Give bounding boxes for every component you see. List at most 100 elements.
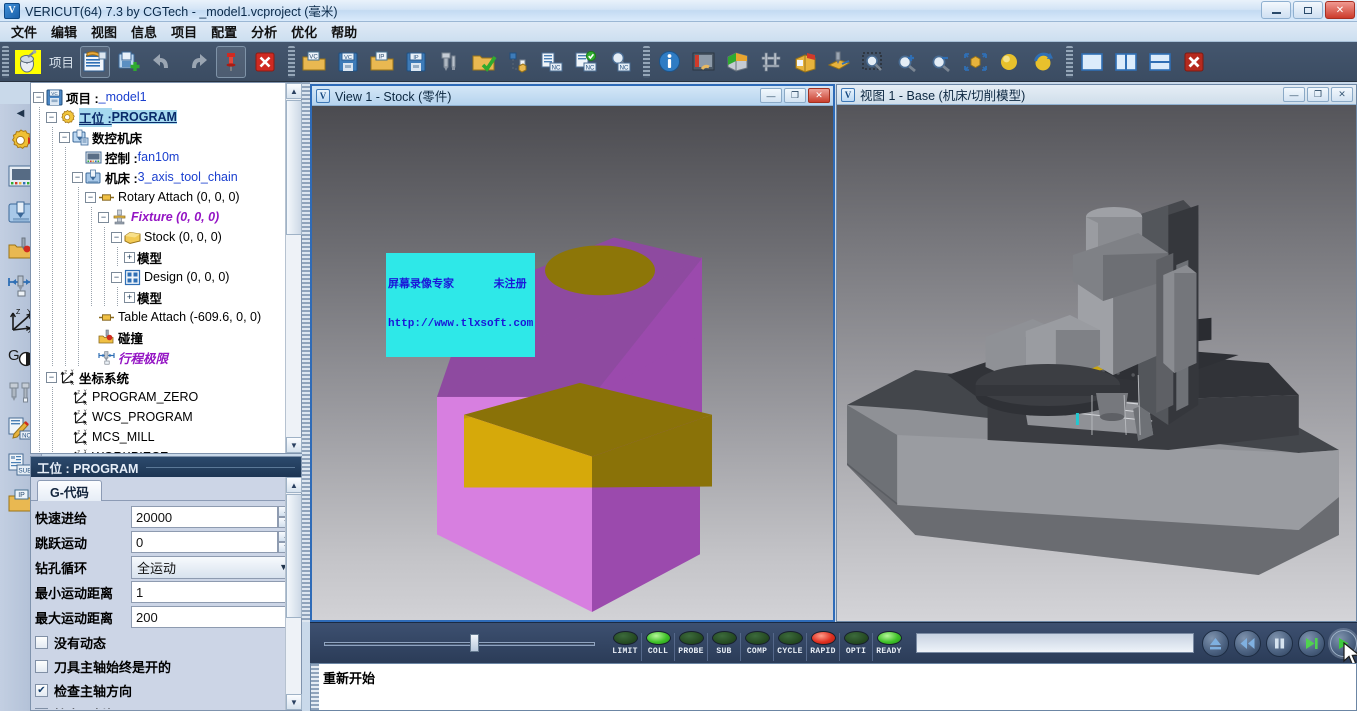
tree-node[interactable]: − Design (0, 0, 0) bbox=[33, 267, 283, 287]
tree-node[interactable]: − Stock (0, 0, 0) bbox=[33, 227, 283, 247]
toolbar-grip-4[interactable] bbox=[1066, 45, 1074, 78]
checkbox-row[interactable]: 没有动态 bbox=[35, 630, 295, 654]
check-spindle-dir-checkbox[interactable]: ✔ bbox=[35, 683, 48, 697]
tree-node[interactable]: 行程极限 bbox=[33, 347, 283, 367]
view-stock-minimize-button[interactable]: — bbox=[760, 88, 782, 103]
checkbox-row[interactable]: ✔ 检查主轴方向 bbox=[35, 678, 295, 702]
open-project-button[interactable] bbox=[80, 45, 111, 78]
toolbar-grip[interactable] bbox=[2, 45, 9, 78]
undo-button[interactable] bbox=[148, 46, 178, 78]
nc-program-button[interactable]: NC bbox=[537, 46, 567, 78]
speed-slider-knob[interactable] bbox=[469, 634, 479, 652]
properties-vertical-scrollbar[interactable]: ▲ ▼ bbox=[285, 477, 302, 710]
pause-button[interactable] bbox=[1266, 629, 1293, 657]
tree-scroll-down-button[interactable]: ▼ bbox=[286, 437, 302, 453]
tree-node[interactable]: Table Attach (-609.6, 0, 0) bbox=[33, 307, 283, 327]
reset-button[interactable] bbox=[1202, 629, 1229, 657]
menu-item-1[interactable]: 文件 bbox=[4, 20, 44, 43]
measure-button[interactable] bbox=[756, 46, 786, 78]
tree-scroll-up-button[interactable]: ▲ bbox=[286, 83, 302, 99]
drill-cycle-select[interactable]: 全运动 ▼ bbox=[131, 555, 295, 579]
tree-collapse-toggle[interactable]: − bbox=[46, 111, 57, 123]
cut-stock-button[interactable] bbox=[824, 46, 854, 78]
tree-node[interactable]: ZYXWORKPIECE bbox=[33, 447, 283, 453]
menu-item-9[interactable]: 帮助 bbox=[324, 20, 364, 43]
rapid-feed-input[interactable]: 20000 bbox=[131, 506, 278, 528]
tree-collapse-toggle[interactable]: − bbox=[98, 211, 109, 223]
max-move-dist-input[interactable]: 200 bbox=[131, 606, 295, 628]
log-panel-grip[interactable] bbox=[311, 664, 319, 710]
step-button[interactable] bbox=[1298, 629, 1325, 657]
tree-vertical-scrollbar[interactable]: ▲ ▼ bbox=[285, 83, 302, 453]
tree-expand-toggle[interactable]: + bbox=[124, 251, 135, 263]
no-dynamics-checkbox[interactable] bbox=[35, 635, 48, 649]
properties-scroll-up-button[interactable]: ▲ bbox=[286, 477, 302, 493]
window-minimize-button[interactable] bbox=[1261, 1, 1291, 19]
toolbar-grip-2[interactable] bbox=[288, 45, 296, 78]
screen-capture-button[interactable] bbox=[688, 46, 718, 78]
tree-node[interactable]: Z Y X PROGRAM_ZERO bbox=[33, 387, 283, 407]
checkbox-row[interactable]: 刀具主轴始终是开的 bbox=[35, 654, 295, 678]
view-base-minimize-button[interactable]: — bbox=[1283, 87, 1305, 102]
tree-node[interactable]: Z Y X WCS_PROGRAM bbox=[33, 407, 283, 427]
menu-item-3[interactable]: 视图 bbox=[84, 20, 124, 43]
view-stock-close-button[interactable]: ✕ bbox=[808, 88, 830, 103]
menu-item-5[interactable]: 项目 bbox=[164, 20, 204, 43]
tree-scroll-thumb[interactable] bbox=[286, 100, 302, 235]
pin-button[interactable] bbox=[216, 45, 247, 78]
check-cut-limits-checkbox[interactable] bbox=[35, 707, 48, 709]
toolbar-grip-3[interactable] bbox=[643, 45, 651, 78]
speed-slider[interactable] bbox=[324, 633, 595, 653]
machine-3d-scene[interactable] bbox=[837, 105, 1356, 621]
tree-collapse-toggle[interactable]: − bbox=[111, 271, 122, 283]
fit-view-button[interactable] bbox=[960, 46, 990, 78]
tree-collapse-toggle[interactable]: − bbox=[111, 231, 122, 243]
view-base-canvas[interactable] bbox=[837, 105, 1356, 621]
view-stock-maximize-button[interactable]: ❐ bbox=[784, 88, 806, 103]
info-button[interactable] bbox=[654, 46, 684, 78]
tree-node[interactable]: − VC 项目 : _model1 bbox=[33, 87, 283, 107]
reset-view-button[interactable] bbox=[1028, 46, 1058, 78]
compare-button[interactable] bbox=[790, 46, 820, 78]
tab-gcode[interactable]: G-代码 bbox=[37, 480, 102, 501]
open-check-button[interactable] bbox=[469, 46, 499, 78]
tree-node[interactable]: Z Y X MCS_MILL bbox=[33, 427, 283, 447]
menu-item-4[interactable]: 信息 bbox=[124, 20, 164, 43]
menu-item-7[interactable]: 分析 bbox=[244, 20, 284, 43]
skip-motion-input[interactable]: 0 bbox=[131, 531, 278, 553]
menu-item-8[interactable]: 优化 bbox=[284, 20, 324, 43]
zoom-out-button[interactable] bbox=[926, 46, 956, 78]
mouse-config-button[interactable] bbox=[13, 46, 43, 78]
tree-node[interactable]: + 模型 bbox=[33, 287, 283, 307]
tree-node[interactable]: − 工位 : PROGRAM bbox=[33, 107, 283, 127]
tree-node[interactable]: − Rotary Attach (0, 0, 0) bbox=[33, 187, 283, 207]
open-vc-folder-button[interactable]: VC bbox=[299, 46, 329, 78]
checkbox-row[interactable]: 检查切削极限 bbox=[35, 702, 295, 709]
tree-node[interactable]: 碰撞 bbox=[33, 327, 283, 347]
menu-item-2[interactable]: 编辑 bbox=[44, 20, 84, 43]
window-maximize-button[interactable] bbox=[1293, 1, 1323, 19]
menu-item-6[interactable]: 配置 bbox=[204, 20, 244, 43]
spindle-always-on-checkbox[interactable] bbox=[35, 659, 48, 673]
tree-node[interactable]: 控制 : fan10m bbox=[33, 147, 283, 167]
view-base-close-button[interactable]: ✕ bbox=[1331, 87, 1353, 102]
close-project-button[interactable] bbox=[250, 46, 280, 78]
tree-collapse-toggle[interactable]: − bbox=[72, 171, 83, 183]
tree-collapse-toggle[interactable]: − bbox=[85, 191, 96, 203]
nc-program-review-button[interactable]: NC bbox=[605, 46, 635, 78]
close-view-button[interactable] bbox=[1179, 46, 1209, 78]
panel-splitter[interactable] bbox=[302, 82, 310, 622]
tree-node[interactable]: + 模型 bbox=[33, 247, 283, 267]
view-stock-canvas[interactable]: 屏幕录像专家 未注册 http://www.tlxsoft.com bbox=[312, 106, 833, 620]
zoom-window-button[interactable] bbox=[858, 46, 888, 78]
split-horizontal-button[interactable] bbox=[1145, 46, 1175, 78]
view-base-maximize-button[interactable]: ❐ bbox=[1307, 87, 1329, 102]
tree-node[interactable]: − Fixture (0, 0, 0) bbox=[33, 207, 283, 227]
stock-setup-button[interactable] bbox=[503, 46, 533, 78]
save-ip-button[interactable]: IP bbox=[401, 46, 431, 78]
tree-node[interactable]: − 机床 : 3_axis_tool_chain bbox=[33, 167, 283, 187]
tree-collapse-toggle[interactable]: − bbox=[59, 131, 70, 143]
shade-button[interactable] bbox=[994, 46, 1024, 78]
stock-3d-scene[interactable]: 屏幕录像专家 未注册 http://www.tlxsoft.com bbox=[312, 106, 833, 620]
nc-program-check-button[interactable]: NC bbox=[571, 46, 601, 78]
